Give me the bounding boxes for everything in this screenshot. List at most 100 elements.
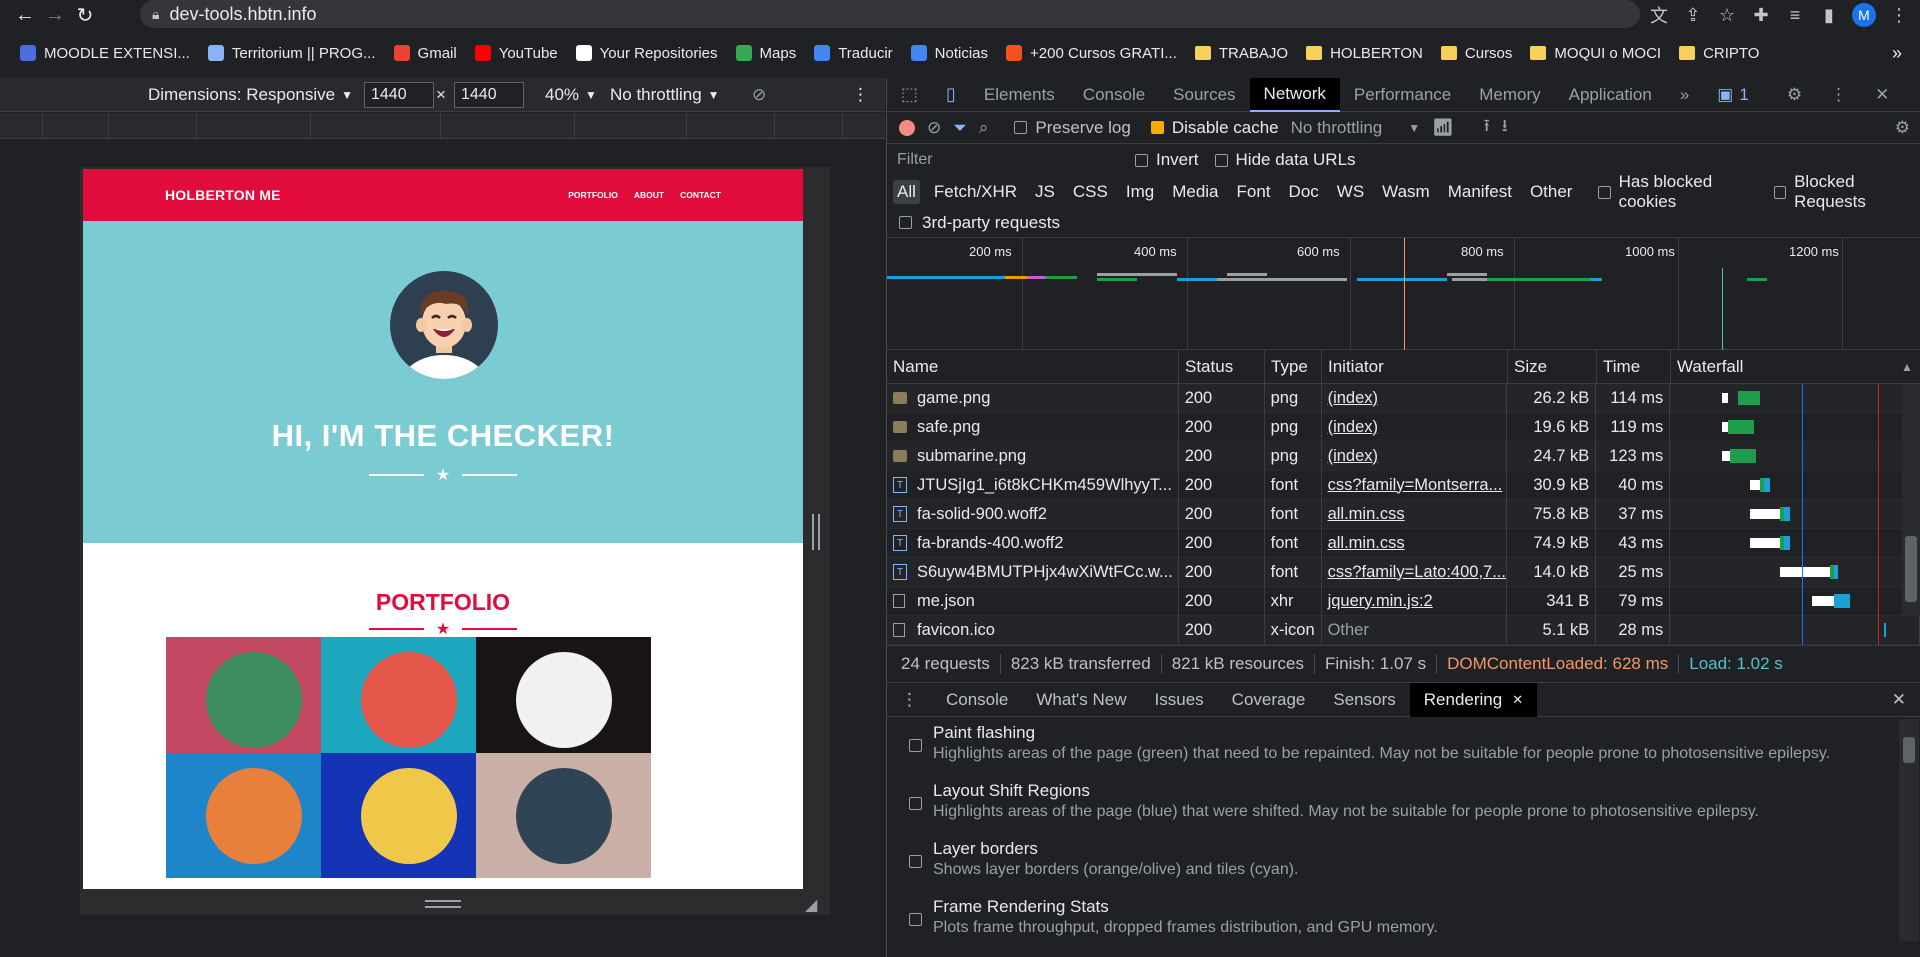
reload-icon[interactable]: ↻: [70, 0, 100, 30]
back-arrow-icon[interactable]: ←: [10, 0, 40, 30]
drawer-tab-coverage[interactable]: Coverage: [1218, 683, 1320, 717]
bookmark-item[interactable]: MOODLE EXTENSI...: [20, 45, 190, 62]
cell-initiator[interactable]: (index): [1322, 412, 1508, 442]
table-row[interactable]: T JTUSjIg1_i6t8kCHKm459WlhyyT... 200 font cs…: [887, 470, 1920, 500]
column-header-time[interactable]: Time: [1597, 349, 1671, 384]
reading-list-icon[interactable]: ≡: [1784, 5, 1806, 26]
type-filter-js[interactable]: JS: [1031, 180, 1059, 204]
bookmark-item[interactable]: Gmail: [393, 45, 457, 62]
cell-initiator[interactable]: all.min.css: [1322, 499, 1508, 529]
network-throttling-dropdown[interactable]: No throttling ▼: [1291, 118, 1421, 138]
disable-cache-checkbox[interactable]: [1150, 121, 1164, 134]
forward-arrow-icon[interactable]: →: [40, 0, 70, 30]
blocked-requests-checkbox[interactable]: [1773, 185, 1787, 199]
record-icon[interactable]: [899, 119, 915, 136]
profile-avatar[interactable]: M: [1852, 3, 1876, 27]
blocked-cookies-checkbox[interactable]: [1598, 185, 1611, 199]
invert-checkbox[interactable]: [1135, 153, 1148, 167]
bookmark-item[interactable]: +200 Cursos GRATI...: [1006, 45, 1177, 62]
hide-data-urls-checkbox[interactable]: [1214, 153, 1228, 167]
table-row[interactable]: game.png 200 png (index) 26.2 kB 114 ms: [887, 383, 1920, 413]
drawer-tab-console[interactable]: Console: [932, 683, 1022, 717]
bookmark-item[interactable]: Traducir: [814, 45, 893, 62]
devtools-menu-icon[interactable]: ⋮: [1816, 78, 1861, 112]
cell-initiator[interactable]: jquery.min.js:2: [1322, 586, 1508, 616]
portfolio-tile-submarine[interactable]: [476, 753, 651, 878]
close-drawer-icon[interactable]: ✕: [1878, 683, 1920, 717]
column-header-name[interactable]: Name: [887, 349, 1179, 384]
column-header-waterfall[interactable]: Waterfall: [1671, 350, 1920, 384]
cell-initiator[interactable]: all.min.css: [1322, 528, 1508, 558]
bookmark-item[interactable]: TRABAJO: [1194, 45, 1288, 62]
bookmark-item[interactable]: MOQUI o MOCI: [1530, 45, 1661, 62]
translate-page-icon[interactable]: 文: [1648, 2, 1670, 28]
type-filter-css[interactable]: CSS: [1069, 180, 1112, 204]
bookmark-item[interactable]: Your Repositories: [575, 45, 718, 62]
corner-resize-icon[interactable]: ◢: [805, 895, 817, 915]
cell-initiator[interactable]: (index): [1322, 383, 1508, 413]
table-row[interactable]: favicon.ico 200 x-icon Other 5.1 kB 28 ms: [887, 615, 1920, 645]
import-har-icon[interactable]: ⭱: [1484, 113, 1490, 142]
site-nav-about[interactable]: ABOUT: [634, 190, 664, 200]
device-toggle-icon[interactable]: ▯: [932, 78, 970, 112]
bookmark-item[interactable]: Noticias: [910, 45, 988, 62]
rotate-icon[interactable]: ⊘: [752, 82, 766, 108]
type-filter-other[interactable]: Other: [1526, 180, 1577, 204]
menu-kebab-icon[interactable]: ⋮: [1888, 5, 1910, 26]
address-bar[interactable]: 🔒︎ dev-tools.hbtn.info: [140, 0, 1640, 28]
bottom-resize-handle[interactable]: [425, 900, 461, 908]
zoom-dropdown[interactable]: 40% ▼: [545, 82, 597, 108]
type-filter-fetchxhr[interactable]: Fetch/XHR: [930, 180, 1021, 204]
share-icon[interactable]: ⇪: [1682, 5, 1704, 26]
drawer-tab-sensors[interactable]: Sensors: [1319, 683, 1409, 717]
site-nav-portfolio[interactable]: PORTFOLIO: [568, 190, 618, 200]
search-icon[interactable]: ⌕: [979, 118, 989, 138]
blocked-cookies-toggle[interactable]: Has blocked cookies: [1598, 172, 1761, 212]
type-filter-ws[interactable]: WS: [1333, 180, 1368, 204]
type-filter-media[interactable]: Media: [1168, 180, 1222, 204]
issues-button[interactable]: ▣ 1: [1703, 78, 1763, 112]
column-header-size[interactable]: Size: [1508, 349, 1597, 384]
drawer-menu-icon[interactable]: ⋮: [887, 683, 932, 717]
bookmark-item[interactable]: Cursos: [1440, 45, 1512, 62]
settings-gear-icon[interactable]: ⚙: [1773, 78, 1816, 112]
network-overview-timeline[interactable]: 200 ms 400 ms 600 ms 800 ms 1000 ms 1200 ms: [887, 238, 1920, 350]
sort-arrow-icon[interactable]: ▲: [1901, 360, 1913, 374]
disable-cache-toggle[interactable]: Disable cache: [1150, 118, 1279, 138]
width-input[interactable]: 1440: [364, 82, 434, 108]
filter-icon[interactable]: ⏷: [953, 118, 967, 138]
bookmark-item[interactable]: HOLBERTON: [1306, 45, 1423, 62]
close-devtools-icon[interactable]: ✕: [1861, 78, 1903, 112]
blocked-requests-toggle[interactable]: Blocked Requests: [1773, 172, 1920, 212]
rendering-option-checkbox[interactable]: [909, 797, 922, 810]
extensions-icon[interactable]: ✚: [1750, 5, 1772, 26]
tab-network[interactable]: Network: [1249, 77, 1340, 112]
site-logo[interactable]: HOLBERTON ME: [165, 187, 281, 203]
column-header-status[interactable]: Status: [1179, 349, 1265, 384]
bookmarks-more-button[interactable]: »: [1892, 36, 1902, 70]
dimensions-dropdown[interactable]: Dimensions: Responsive ▼: [148, 82, 353, 108]
more-tabs-button[interactable]: »: [1666, 78, 1703, 112]
table-row[interactable]: safe.png 200 png (index) 19.6 kB 119 ms: [887, 412, 1920, 442]
hide-data-urls-toggle[interactable]: Hide data URLs: [1214, 150, 1356, 170]
throttling-dropdown[interactable]: No throttling ▼: [610, 82, 720, 108]
portfolio-tile-cabin[interactable]: [166, 637, 341, 762]
type-filter-doc[interactable]: Doc: [1285, 180, 1323, 204]
type-filter-img[interactable]: Img: [1122, 180, 1158, 204]
bookmark-item[interactable]: Territorium || PROG...: [207, 45, 376, 62]
portfolio-tile-safe[interactable]: [321, 753, 496, 878]
tab-sources[interactable]: Sources: [1159, 78, 1249, 112]
bookmark-item[interactable]: CRIPTO: [1679, 45, 1759, 62]
column-header-type[interactable]: Type: [1265, 349, 1322, 384]
tab-performance[interactable]: Performance: [1340, 78, 1465, 112]
preserve-log-checkbox[interactable]: [1014, 121, 1028, 134]
rendering-option-checkbox[interactable]: [909, 913, 922, 926]
invert-toggle[interactable]: Invert: [1135, 150, 1199, 170]
bookmark-item[interactable]: YouTube: [474, 45, 558, 62]
inspect-element-icon[interactable]: ⬚: [887, 78, 932, 112]
drawer-tab-rendering[interactable]: Rendering ✕: [1409, 682, 1538, 717]
export-har-icon[interactable]: ⭳: [1502, 113, 1508, 142]
table-row[interactable]: Tfa-solid-900.woff2 200 font all.min.css 75.…: [887, 499, 1920, 529]
preserve-log-toggle[interactable]: Preserve log: [1014, 118, 1131, 138]
type-filter-manifest[interactable]: Manifest: [1444, 180, 1516, 204]
